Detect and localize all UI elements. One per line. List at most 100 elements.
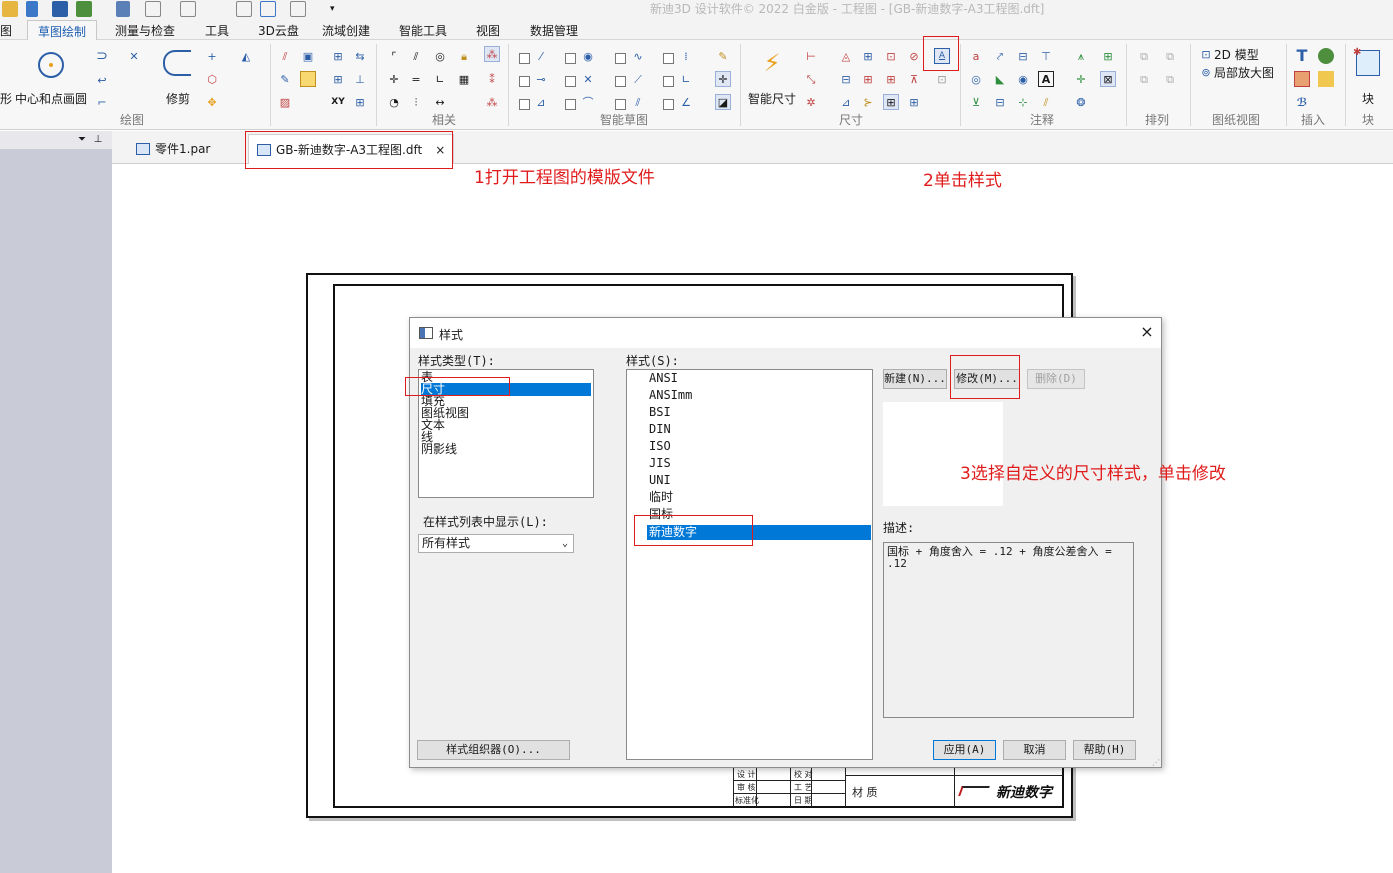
customize-dropdown-icon[interactable]: ▾ — [330, 1, 346, 17]
tab-view[interactable]: 视图 — [476, 22, 500, 39]
surface-texture-icon[interactable]: ⊤ — [1038, 48, 1054, 64]
lock-icon[interactable]: 🔒︎ — [456, 48, 472, 64]
copy-attribute-icon[interactable]: ⊡ — [934, 71, 950, 87]
intellisketch-check-6[interactable] — [564, 75, 576, 87]
open-icon[interactable] — [2, 1, 18, 17]
list-item[interactable]: BSI — [649, 406, 869, 419]
select-filter-icon[interactable] — [260, 1, 276, 17]
arrange-icon-3[interactable]: ⧉ — [1136, 71, 1152, 87]
leader-icon[interactable]: ⤤ — [992, 48, 1008, 64]
text-box-icon[interactable]: A — [1038, 71, 1054, 87]
pane-menu-icon[interactable]: ⏷ — [74, 132, 90, 148]
image-icon[interactable] — [1294, 71, 1310, 87]
resize-grip-icon[interactable]: ⋰ — [1152, 758, 1160, 767]
help-button[interactable]: 帮助(H) — [1073, 740, 1136, 760]
rigid-icon[interactable]: ▦ — [456, 71, 472, 87]
symmetric-dim-icon[interactable]: ⊡ — [883, 48, 899, 64]
list-item[interactable]: ISO — [649, 440, 869, 453]
tab-sketch[interactable]: 草图绘制 — [27, 20, 98, 41]
list-item[interactable]: ANSI — [649, 372, 869, 385]
tangent-icon[interactable]: ◔ — [386, 94, 402, 110]
cancel-button[interactable]: 取消 — [1003, 740, 1066, 760]
balloon-icon[interactable]: ⊟ — [1015, 48, 1031, 64]
tab-tools[interactable]: 工具 — [205, 22, 229, 39]
intellisketch-check-4[interactable] — [662, 52, 674, 64]
note-icon[interactable]: ◎ — [968, 71, 984, 87]
cross-hatch-icon[interactable]: ⊹ — [1015, 94, 1031, 110]
relation-assist-icon[interactable]: ⁂ — [484, 94, 500, 110]
intellisketch-check-9[interactable] — [518, 98, 530, 110]
relation-icon-4[interactable]: ⇆ — [352, 48, 368, 64]
equal-icon[interactable]: = — [408, 71, 424, 87]
circle-center-label[interactable]: 中心和点画圆 — [15, 90, 87, 107]
redo-icon[interactable] — [180, 1, 196, 17]
dim-icon-9[interactable]: ⊞ — [883, 71, 899, 87]
model-2d-label[interactable]: 2D 模型 — [1214, 46, 1259, 63]
relation-icon-3[interactable]: ⊞ — [330, 48, 346, 64]
model-2d-icon[interactable]: ⊡ — [1198, 46, 1214, 62]
properties-icon[interactable] — [116, 1, 130, 17]
dim-icon-13[interactable]: ⊱ — [860, 94, 876, 110]
tab-file[interactable]: 图 — [0, 22, 12, 39]
intellisketch-check-5[interactable] — [518, 75, 530, 87]
curve-icon[interactable]: ✕ — [126, 48, 142, 64]
relation-icon-6[interactable] — [300, 71, 316, 87]
edge-condition-icon[interactable]: ⊟ — [992, 94, 1008, 110]
detail-view-icon[interactable]: ⊚ — [1198, 64, 1214, 80]
style-organizer-button[interactable]: 样式组织器(O)... — [417, 740, 570, 760]
sketch-option-icon-1[interactable]: ✎ — [715, 48, 731, 64]
arc-icon[interactable]: ⊃ — [94, 48, 110, 64]
dim-icon-11[interactable]: ✲ — [803, 94, 819, 110]
list-item[interactable]: 阴影线 — [421, 443, 591, 456]
save-icon[interactable] — [52, 1, 68, 17]
coordinate-dim-icon[interactable]: ⊞ — [860, 48, 876, 64]
close-icon[interactable]: × — [1139, 323, 1155, 341]
block-button-label[interactable]: 块 — [1362, 90, 1374, 107]
symbol-icon[interactable]: ℬ — [1294, 94, 1310, 110]
list-item[interactable]: 临时 — [649, 491, 869, 504]
new-icon[interactable] — [26, 1, 38, 17]
list-item[interactable]: DIN — [649, 423, 869, 436]
tab-flow[interactable]: 流域创建 — [322, 22, 370, 39]
tab-data[interactable]: 数据管理 — [530, 22, 578, 39]
tab-3d-cloud[interactable]: 3D云盘 — [258, 22, 299, 39]
dialog-titlebar[interactable]: 样式 × — [410, 318, 1161, 348]
intellisketch-check-11[interactable] — [614, 98, 626, 110]
dim-icon-7[interactable]: ⊟ — [838, 71, 854, 87]
block-icon[interactable]: ✱ — [1353, 47, 1380, 76]
delete-style-button[interactable]: 删除(D) — [1027, 369, 1085, 389]
doc-tab-part[interactable]: 零件1.par — [128, 135, 218, 162]
corner-icon[interactable]: ⌜ — [386, 48, 402, 64]
send-back-icon[interactable]: ⧉ — [1162, 48, 1178, 64]
perpendicular-icon[interactable]: ∟ — [432, 71, 448, 87]
trim-label[interactable]: 修剪 — [166, 90, 190, 107]
intellisketch-check-7[interactable] — [614, 75, 626, 87]
apply-button[interactable]: 应用(A) — [933, 740, 996, 760]
smart-dimension-label[interactable]: 智能尺寸 — [748, 90, 796, 107]
tab-measure[interactable]: 测量与检查 — [115, 22, 175, 39]
tangent-arc-icon[interactable]: ↩ — [94, 72, 110, 88]
hatch-icon[interactable]: ▨ — [277, 94, 293, 110]
distance-dim-icon[interactable]: ⊢ — [803, 48, 819, 64]
intellisketch-check-8[interactable] — [662, 75, 674, 87]
save-as-icon[interactable] — [76, 1, 92, 17]
fillet-icon[interactable]: ⌐ — [94, 94, 110, 110]
undo-icon[interactable] — [145, 1, 161, 17]
cut-icon[interactable] — [236, 1, 252, 17]
tab-smart-tools[interactable]: 智能工具 — [399, 22, 447, 39]
intellisketch-check-2[interactable] — [564, 52, 576, 64]
intellisketch-check-10[interactable] — [564, 98, 576, 110]
smart-dimension-icon[interactable]: ⚡︎ — [757, 48, 787, 78]
dim-icon-6[interactable]: ⤡ — [803, 71, 819, 87]
new-style-button[interactable]: 新建(N)... — [883, 369, 947, 389]
sketch-option-icon-2[interactable]: ✛ — [715, 71, 731, 87]
center-mark-icon[interactable]: ⩚ — [1073, 48, 1089, 64]
angle-dim-icon[interactable]: ◬ — [838, 48, 854, 64]
annotation-option-icon-2[interactable]: ⊠ — [1100, 71, 1116, 87]
arrange-icon-4[interactable]: ⧉ — [1162, 71, 1178, 87]
globe-icon[interactable] — [1318, 48, 1334, 64]
cross-icon[interactable]: ✛ — [386, 71, 402, 87]
pointer-icon[interactable] — [290, 1, 306, 17]
styles-list[interactable]: ANSI ANSImm BSI DIN ISO JIS UNI 临时 国标 新迪… — [626, 369, 873, 760]
circle-center-icon[interactable] — [38, 52, 64, 78]
